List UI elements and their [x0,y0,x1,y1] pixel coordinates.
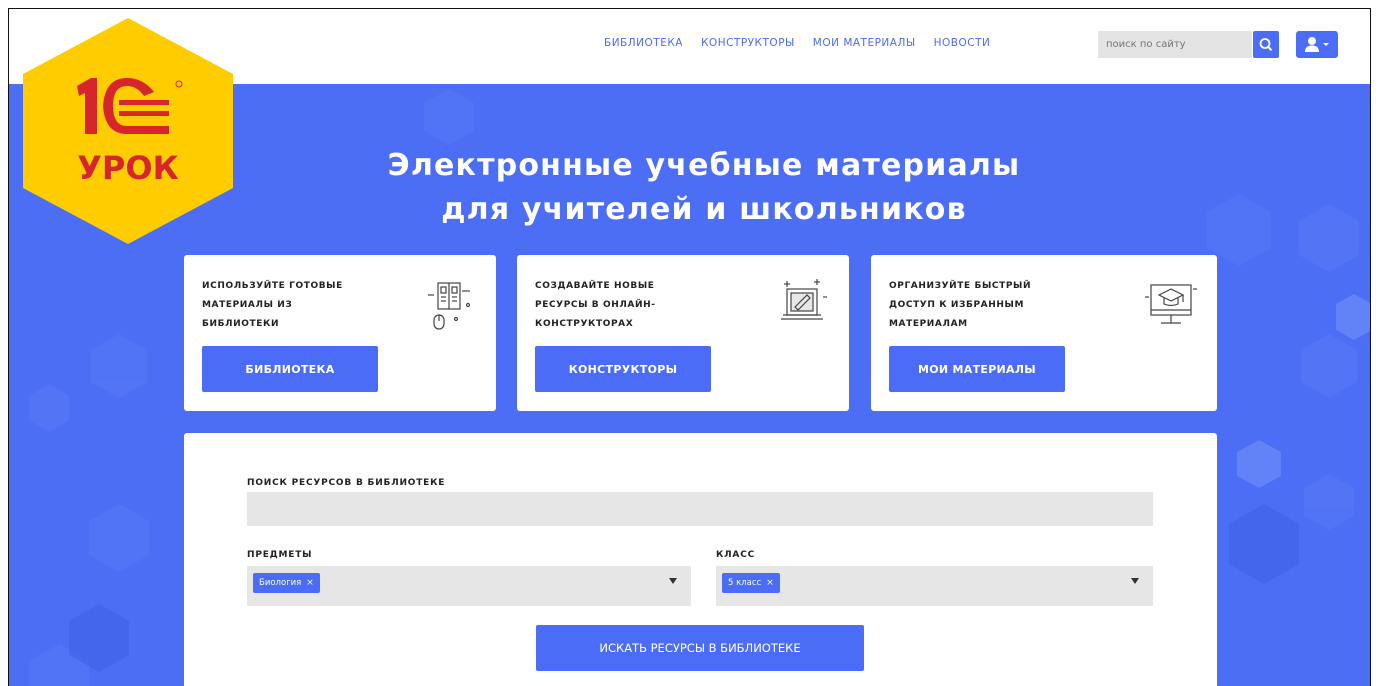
browser-frame: БИБЛИОТЕКА КОНСТРУКТОРЫ МОИ МАТЕРИАЛЫ НО… [8,8,1371,686]
card-constructors: СОЗДАВАЙТЕ НОВЫЕ РЕСУРСЫ В ОНЛАЙН- КОНСТ… [517,255,849,411]
chevron-down-icon[interactable] [1131,578,1139,584]
class-tag[interactable]: 5 класс × [722,573,780,593]
nav-library[interactable]: БИБЛИОТЕКА [604,37,683,49]
subjects-label: ПРЕДМЕТЫ [247,550,313,560]
subjects-select[interactable]: Биология × [247,566,691,606]
nav-news[interactable]: НОВОСТИ [934,37,991,49]
resource-search-input[interactable] [247,492,1153,526]
card-my-materials-text: ОРГАНИЗУЙТЕ БЫСТРЫЙ ДОСТУП К ИЗБРАННЫМ М… [889,281,1032,329]
site-search-input[interactable] [1098,31,1252,58]
class-label: КЛАСС [716,550,756,560]
class-select[interactable]: 5 класс × [716,566,1153,606]
card-library-text: ИСПОЛЬЗУЙТЕ ГОТОВЫЕ МАТЕРИАЛЫ ИЗ БИБЛИОТ… [202,281,343,329]
search-button[interactable] [1253,31,1279,58]
library-search-panel: ПОИСК РЕСУРСОВ В БИБЛИОТЕКЕ ПРЕДМЕТЫ Био… [184,433,1217,686]
search-resources-button[interactable]: ИСКАТЬ РЕСУРСЫ В БИБЛИОТЕКЕ [536,625,864,671]
nav-constructors[interactable]: КОНСТРУКТОРЫ [701,37,795,49]
nav-my-materials[interactable]: МОИ МАТЕРИАЛЫ [813,37,916,49]
user-icon [1305,37,1329,52]
library-icon [428,282,471,330]
subject-tag-label: Биология [259,578,302,588]
close-icon[interactable]: × [306,578,314,588]
logo-1c-urok[interactable]: УРОК [19,16,237,246]
graduation-monitor-icon [1145,284,1197,324]
main-nav: БИБЛИОТЕКА КОНСТРУКТОРЫ МОИ МАТЕРИАЛЫ НО… [604,37,1008,49]
class-tag-label: 5 класс [728,578,762,588]
chevron-down-icon[interactable] [669,578,677,584]
my-materials-button[interactable]: МОИ МАТЕРИАЛЫ [889,346,1065,392]
constructor-icon [781,279,827,320]
card-library: ИСПОЛЬЗУЙТЕ ГОТОВЫЕ МАТЕРИАЛЫ ИЗ БИБЛИОТ… [184,255,496,411]
subject-tag[interactable]: Биология × [253,573,320,593]
search-label: ПОИСК РЕСУРСОВ В БИБЛИОТЕКЕ [247,478,446,488]
constructors-button[interactable]: КОНСТРУКТОРЫ [535,346,711,392]
card-my-materials: ОРГАНИЗУЙТЕ БЫСТРЫЙ ДОСТУП К ИЗБРАННЫМ М… [871,255,1217,411]
search-icon [1259,38,1273,51]
logo-text: УРОК [77,149,178,187]
user-menu-button[interactable] [1296,31,1338,58]
card-constructors-text: СОЗДАВАЙТЕ НОВЫЕ РЕСУРСЫ В ОНЛАЙН- КОНСТ… [535,281,656,329]
library-button[interactable]: БИБЛИОТЕКА [202,346,378,392]
close-icon[interactable]: × [766,578,774,588]
